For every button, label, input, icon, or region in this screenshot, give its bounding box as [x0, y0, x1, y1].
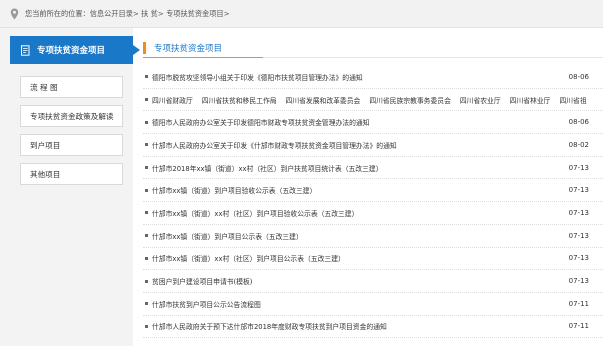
sidebar-item-other-projects[interactable]: 其他项目 [20, 163, 123, 185]
list-item[interactable]: 德阳市人民政府办公室关于印发德阳市财政专项扶贫资金管理办法的通知 08-06 [143, 111, 603, 135]
main-header: 专项扶贫资金项目 [143, 38, 603, 58]
title-underline [143, 57, 263, 58]
bullet-icon [145, 120, 148, 124]
list-item[interactable]: 什邡市xx镇（街道）xx村（社区）到户项目公示表（五改三建） 07-13 [143, 248, 603, 271]
list-item-title[interactable]: 什邡市2018年xx镇（街道）xx村（社区）到户扶贫项目统计表（五改三建） [152, 163, 603, 173]
sidebar-item-household-projects[interactable]: 到户项目 [20, 134, 123, 156]
list-item-date: 08-02 [568, 140, 589, 149]
bullet-icon [145, 188, 148, 192]
list-item[interactable]: 什邡市人民政府办公室关于印发《什邡市财政专项扶贫资金项目管理办法》的通知 08-… [143, 134, 603, 157]
list-item-title[interactable]: 德阳市脱贫攻坚领导小组关于印发《德阳市扶贫项目管理办法》的通知 [152, 72, 603, 82]
list-item-date: 07-13 [568, 254, 589, 263]
bullet-icon [145, 143, 148, 147]
list-item[interactable]: 德阳市脱贫攻坚领导小组关于印发《德阳市扶贫项目管理办法》的通知 08-06 [143, 66, 603, 89]
location-pin-icon [10, 8, 19, 19]
bullet-icon [145, 324, 148, 328]
list-item-title[interactable]: 贫困户到户建设项目申请书(模板) [152, 276, 603, 286]
bullet-icon [145, 256, 148, 260]
list-item-title[interactable]: 什邡市人民政府关于预下达什邡市2018年度财政专项扶贫到户项目资金的通知 [152, 321, 603, 331]
sidebar-header-label: 专项扶贫资金项目 [37, 46, 106, 56]
list-item[interactable]: 什邡市2018年xx镇（街道）xx村（社区）到户扶贫项目统计表（五改三建） 07… [143, 157, 603, 180]
org-link[interactable]: 四川省财政厅 [152, 95, 193, 105]
sidebar: 专项扶贫资金项目 流 程 图 专项扶贫资金政策及解读 到户项目 其他项目 [0, 28, 140, 346]
bullet-icon [145, 234, 148, 238]
bullet-icon [145, 302, 148, 306]
list-item[interactable]: 什邡市人民政府关于预下达什邡市2018年度财政专项扶贫到户项目资金的通知 07-… [143, 316, 603, 339]
list-item-title[interactable]: 什邡市人民政府办公室关于印发《什邡市财政专项扶贫资金项目管理办法》的通知 [152, 140, 603, 150]
list-item[interactable]: 什邡市xx镇（街道）xx村（社区）到户项目验收公示表（五改三建） 07-13 [143, 202, 603, 225]
title-accent-bar [143, 41, 146, 54]
page-title: 专项扶贫资金项目 [154, 43, 223, 54]
bullet-icon [145, 166, 148, 170]
list-item-date: 07-13 [568, 163, 589, 172]
sidebar-item-flowchart[interactable]: 流 程 图 [20, 76, 123, 98]
bullet-icon [145, 279, 148, 283]
sidebar-header-arrow [133, 45, 140, 55]
org-link[interactable]: 四川省民族宗教事务委员会 [369, 95, 451, 105]
bullet-icon [145, 75, 148, 79]
document-icon [21, 44, 30, 56]
list-item-title[interactable]: 德阳市人民政府办公室关于印发德阳市财政专项扶贫资金管理办法的通知 [152, 117, 603, 127]
org-link[interactable]: 四川省祖 [559, 95, 586, 105]
org-links-row: 四川省财政厅 四川省扶贫和移民工作局 四川省发展和改革委员会 四川省民族宗教事务… [143, 89, 603, 112]
list-item[interactable]: 什邡市xx镇（街道）到户项目验收公示表（五改三建） 07-13 [143, 179, 603, 203]
list-item-title[interactable]: 什邡市扶贫到户项目公示公告流程图 [152, 299, 603, 309]
list-item-date: 08-06 [568, 72, 589, 81]
org-link[interactable]: 四川省扶贫和移民工作局 [202, 95, 277, 105]
bullet-icon [145, 98, 148, 102]
breadcrumb-bar: 您当前所在的位置：信息公开目录> 扶 贫> 专项扶贫资金项目> [0, 0, 603, 28]
list-item-date: 07-13 [568, 186, 589, 195]
org-link[interactable]: 四川省发展和改革委员会 [286, 95, 361, 105]
list-item[interactable]: 贫困户到户建设项目申请书(模板) 07-13 [143, 270, 603, 293]
list-item[interactable]: 什邡市xx镇（街道）到户项目公示表（五改三建） 07-13 [143, 225, 603, 248]
list-item-title[interactable]: 什邡市xx镇（街道）到户项目验收公示表（五改三建） [152, 185, 603, 195]
list-item-date: 07-13 [568, 231, 589, 240]
list-item-date: 08-06 [568, 118, 589, 127]
list-item-title[interactable]: 什邡市xx镇（街道）xx村（社区）到户项目验收公示表（五改三建） [152, 208, 603, 218]
list-item[interactable]: 什邡市扶贫到户项目公示公告流程图 07-11 [143, 293, 603, 316]
sidebar-item-policy[interactable]: 专项扶贫资金政策及解读 [20, 105, 123, 127]
list-item-date: 07-13 [568, 208, 589, 217]
bullet-icon [145, 211, 148, 215]
list-item-title[interactable]: 什邡市xx镇（街道）xx村（社区）到户项目公示表（五改三建） [152, 253, 603, 263]
main-content: 专项扶贫资金项目 德阳市脱贫攻坚领导小组关于印发《德阳市扶贫项目管理办法》的通知… [143, 38, 603, 339]
org-link[interactable]: 四川省林业厅 [510, 95, 551, 105]
breadcrumb-text: 您当前所在的位置：信息公开目录> 扶 贫> 专项扶贫资金项目> [25, 8, 230, 18]
sidebar-header: 专项扶贫资金项目 [10, 36, 140, 64]
org-link[interactable]: 四川省农业厅 [460, 95, 501, 105]
list-item-title[interactable]: 什邡市xx镇（街道）到户项目公示表（五改三建） [152, 231, 603, 241]
list-item-date: 07-11 [568, 322, 589, 331]
list-item-date: 07-13 [568, 277, 589, 286]
list-item-date: 07-11 [568, 299, 589, 308]
article-list: 德阳市脱贫攻坚领导小组关于印发《德阳市扶贫项目管理办法》的通知 08-06 四川… [143, 66, 603, 339]
